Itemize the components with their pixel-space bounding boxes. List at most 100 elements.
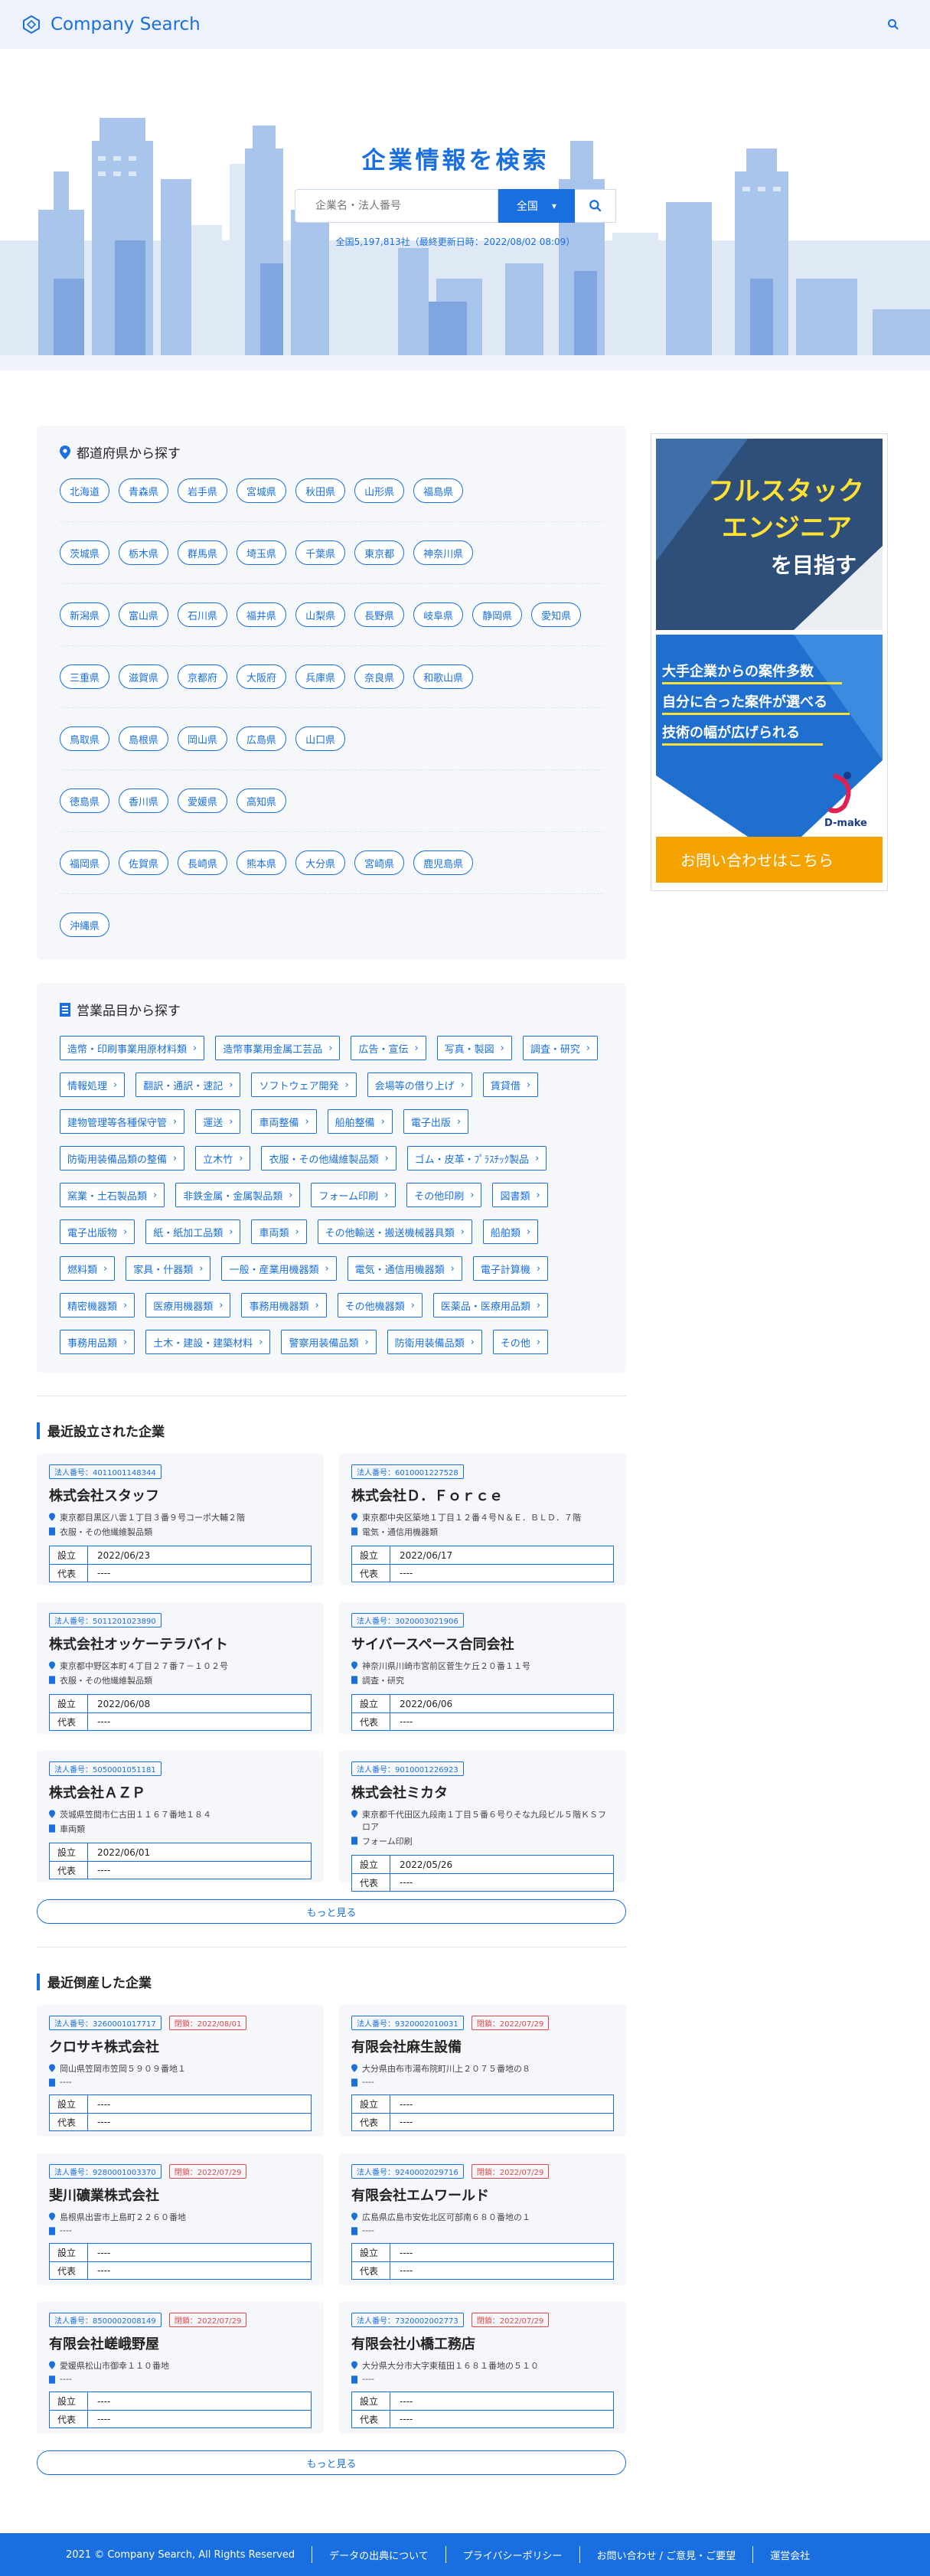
- company-card[interactable]: 法人番号：8500002008149 閉鎖：2022/07/29 有限会社嵯峨野屋愛…: [37, 2302, 324, 2434]
- category-link[interactable]: 燃料類: [60, 1256, 116, 1281]
- company-card[interactable]: 法人番号：5050001051181 株式会社ＡＺＰ 茨城県笠間市仁古田１１６７番地…: [37, 1751, 324, 1882]
- prefecture-link[interactable]: 埼玉県: [237, 540, 287, 565]
- category-link[interactable]: 車両類: [251, 1219, 307, 1244]
- prefecture-link[interactable]: 栃木県: [119, 540, 169, 565]
- recent-new-more-button[interactable]: もっと見る: [37, 1899, 626, 1924]
- prefecture-link[interactable]: 奈良県: [354, 664, 405, 689]
- category-link[interactable]: 電気・通信用機器類: [347, 1256, 462, 1281]
- prefecture-link[interactable]: 福岡県: [60, 851, 110, 875]
- prefecture-link[interactable]: 石川県: [178, 602, 228, 627]
- prefecture-link[interactable]: 鳥取県: [60, 726, 110, 751]
- prefecture-link[interactable]: 静岡県: [472, 602, 523, 627]
- category-link[interactable]: 情報処理: [60, 1073, 126, 1097]
- prefecture-link[interactable]: 高知県: [237, 788, 287, 813]
- category-link[interactable]: 医薬品・医療用品類: [432, 1293, 549, 1317]
- category-link[interactable]: 非鉄金属・金属製品類: [175, 1183, 301, 1207]
- prefecture-link[interactable]: 長野県: [354, 602, 405, 627]
- company-name[interactable]: 株式会社ミカタ: [351, 1782, 614, 1802]
- prefecture-link[interactable]: 東京都: [354, 540, 405, 565]
- category-link[interactable]: 事務用品類: [60, 1330, 135, 1354]
- category-link[interactable]: 車両整備: [251, 1109, 317, 1134]
- company-name[interactable]: 有限会社エムワールド: [351, 2185, 614, 2205]
- search-input[interactable]: [295, 189, 498, 223]
- category-link[interactable]: 造幣・印刷事業用原材料類: [60, 1036, 205, 1060]
- prefecture-link[interactable]: 滋賀県: [119, 664, 169, 689]
- category-link[interactable]: ゴム・皮革・ﾌﾟﾗｽﾁｯｸ製品: [406, 1146, 547, 1170]
- company-name[interactable]: 株式会社スタッフ: [49, 1485, 312, 1505]
- prefecture-link[interactable]: 神奈川県: [413, 540, 474, 565]
- ad-banner[interactable]: フルスタック エンジニア を目指す 大手企業からの案件多数 自分に合った案件が選…: [651, 433, 888, 891]
- category-link[interactable]: 翻訳・通訳・速記: [135, 1073, 241, 1097]
- prefecture-link[interactable]: 岐阜県: [413, 602, 464, 627]
- category-link[interactable]: 船舶整備: [327, 1109, 393, 1134]
- company-card[interactable]: 法人番号：9280001003370 閉鎖：2022/07/29 斐川礦業株式会社島…: [37, 2153, 324, 2285]
- prefecture-link[interactable]: 富山県: [119, 602, 169, 627]
- category-link[interactable]: 土木・建設・建築材料: [145, 1330, 271, 1354]
- company-name[interactable]: 斐川礦業株式会社: [49, 2185, 312, 2205]
- company-card[interactable]: 法人番号：3020003021906 サイバースペース合同会社 神奈川県川崎市宮前区…: [339, 1602, 626, 1734]
- category-link[interactable]: 建物管理等各種保守管: [60, 1109, 185, 1134]
- prefecture-link[interactable]: 福井県: [237, 602, 287, 627]
- recent-bankrupt-more-button[interactable]: もっと見る: [37, 2450, 626, 2475]
- category-link[interactable]: 窯業・土石製品類: [60, 1183, 165, 1207]
- category-link[interactable]: 運送: [195, 1109, 241, 1134]
- company-card[interactable]: 法人番号：6010001227528 株式会社Ｄ．Ｆｏｒｃｅ 東京都中央区築地１丁目…: [339, 1454, 626, 1585]
- prefecture-link[interactable]: 佐賀県: [119, 851, 169, 875]
- search-icon[interactable]: [887, 18, 899, 31]
- category-link[interactable]: 賃貸借: [482, 1073, 539, 1097]
- category-link[interactable]: 図書類: [492, 1183, 548, 1207]
- prefecture-link[interactable]: 茨城県: [60, 540, 110, 565]
- prefecture-link[interactable]: 群馬県: [178, 540, 228, 565]
- prefecture-link[interactable]: 広島県: [237, 726, 287, 751]
- prefecture-link[interactable]: 福島県: [413, 478, 464, 503]
- prefecture-link[interactable]: 島根県: [119, 726, 169, 751]
- prefecture-link[interactable]: 沖縄県: [60, 913, 110, 937]
- prefecture-link[interactable]: 大阪府: [237, 664, 287, 689]
- category-link[interactable]: その他印刷: [406, 1183, 482, 1207]
- prefecture-link[interactable]: 岡山県: [178, 726, 228, 751]
- prefecture-link[interactable]: 秋田県: [295, 478, 346, 503]
- category-link[interactable]: 電子出版: [403, 1109, 469, 1134]
- category-link[interactable]: 電子出版物: [60, 1219, 135, 1244]
- category-link[interactable]: 調査・研究: [522, 1036, 599, 1060]
- prefecture-link[interactable]: 大分県: [295, 851, 346, 875]
- company-name[interactable]: 有限会社嵯峨野屋: [49, 2333, 312, 2353]
- prefecture-link[interactable]: 宮城県: [237, 478, 287, 503]
- company-card[interactable]: 法人番号：9010001226923 株式会社ミカタ 東京都千代田区九段南１丁目５番…: [339, 1751, 626, 1892]
- prefecture-link[interactable]: 兵庫県: [295, 664, 346, 689]
- category-link[interactable]: 防衛用装備品類: [387, 1330, 482, 1354]
- footer-link[interactable]: データの出典について: [329, 2548, 429, 2562]
- company-card[interactable]: 法人番号：9240002029716 閉鎖：2022/07/29 有限会社エムワール…: [339, 2153, 626, 2285]
- prefecture-link[interactable]: 徳島県: [60, 788, 110, 813]
- category-link[interactable]: その他: [492, 1330, 549, 1354]
- search-button[interactable]: [575, 189, 616, 223]
- region-select[interactable]: 全国 ▼: [498, 189, 575, 223]
- prefecture-link[interactable]: 愛媛県: [178, 788, 228, 813]
- prefecture-link[interactable]: 香川県: [119, 788, 169, 813]
- category-link[interactable]: 防衛用装備品類の整備: [60, 1146, 185, 1170]
- prefecture-link[interactable]: 北海道: [60, 478, 110, 503]
- category-link[interactable]: 造幣事業用金属工芸品: [215, 1036, 341, 1060]
- company-name[interactable]: 有限会社小橋工務店: [351, 2333, 614, 2353]
- category-link[interactable]: 船舶類: [482, 1219, 539, 1244]
- brand-logo[interactable]: Company Search: [21, 15, 201, 34]
- footer-link[interactable]: プライバシーポリシー: [463, 2548, 563, 2562]
- prefecture-link[interactable]: 熊本県: [237, 851, 287, 875]
- company-name[interactable]: 株式会社Ｄ．Ｆｏｒｃｅ: [351, 1485, 614, 1505]
- category-link[interactable]: 衣服・その他繊維製品類: [261, 1146, 396, 1170]
- category-link[interactable]: その他機器類: [337, 1293, 423, 1317]
- company-name[interactable]: サイバースペース合同会社: [351, 1634, 614, 1654]
- prefecture-link[interactable]: 京都府: [178, 664, 228, 689]
- footer-link[interactable]: 運営会社: [770, 2548, 810, 2562]
- category-link[interactable]: 紙・紙加工品類: [145, 1219, 241, 1244]
- prefecture-link[interactable]: 山口県: [295, 726, 346, 751]
- prefecture-link[interactable]: 千葉県: [295, 540, 346, 565]
- category-link[interactable]: 一般・産業用機器類: [221, 1256, 337, 1281]
- prefecture-link[interactable]: 宮崎県: [354, 851, 405, 875]
- prefecture-link[interactable]: 山梨県: [295, 602, 346, 627]
- category-link[interactable]: 医療用機器類: [145, 1293, 231, 1317]
- company-card[interactable]: 法人番号：5011201023890 株式会社オッケーテラバイト 東京都中野区本町４…: [37, 1602, 324, 1734]
- company-name[interactable]: 有限会社麻生設備: [351, 2036, 614, 2056]
- prefecture-link[interactable]: 和歌山県: [413, 664, 474, 689]
- prefecture-link[interactable]: 長崎県: [178, 851, 228, 875]
